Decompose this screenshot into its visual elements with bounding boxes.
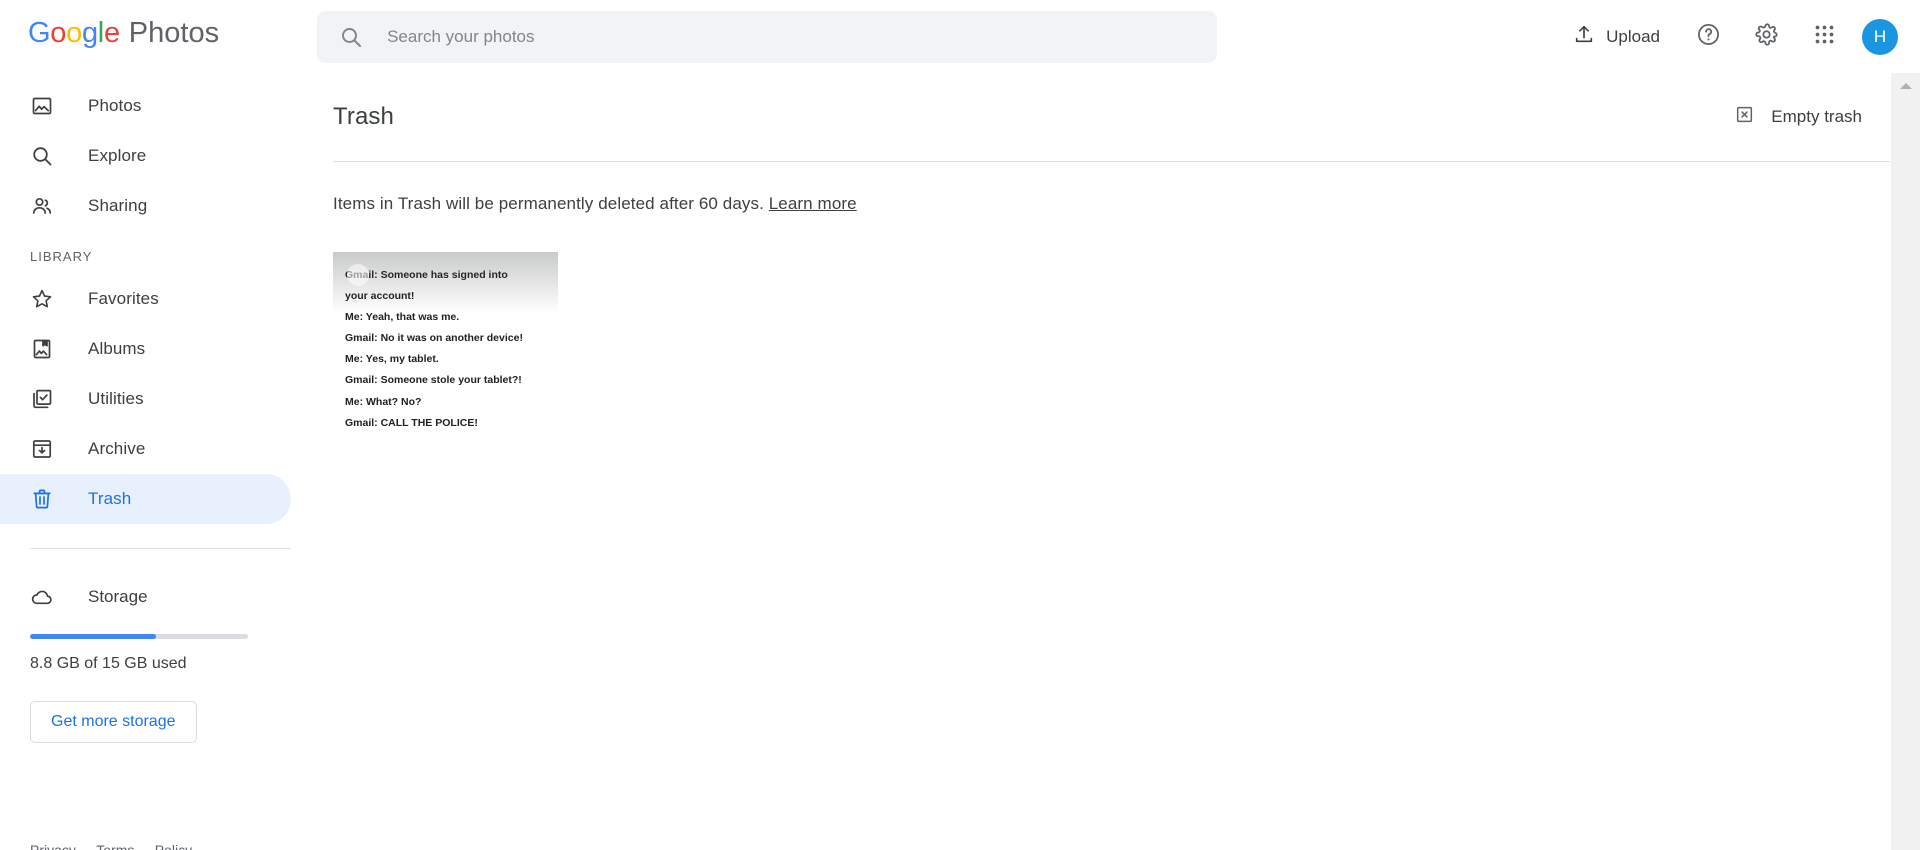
top-bar-actions: Upload H bbox=[1559, 13, 1898, 61]
google-apps-button[interactable] bbox=[1800, 13, 1848, 61]
search-bar[interactable] bbox=[317, 10, 1218, 63]
sidebar-item-utilities[interactable]: Utilities bbox=[0, 374, 291, 424]
sidebar-item-sharing[interactable]: Sharing bbox=[0, 181, 291, 231]
content-header: Trash Empty trash bbox=[333, 73, 1920, 161]
storage-progress-fill bbox=[30, 634, 157, 639]
get-more-storage-button[interactable]: Get more storage bbox=[30, 701, 197, 743]
chevron-up-icon bbox=[1899, 83, 1912, 89]
footer-separator: · bbox=[83, 842, 89, 850]
footer-link-policy[interactable]: Policy bbox=[155, 842, 192, 850]
sidebar-item-label: Utilities bbox=[88, 389, 144, 408]
meme-text-line: Gmail: No it was on another device! bbox=[345, 332, 523, 345]
help-circle-icon bbox=[1696, 22, 1721, 52]
sidebar: Photos Explore Sharing LIBRARY Favorites… bbox=[0, 73, 333, 850]
apps-grid-icon bbox=[1814, 24, 1835, 50]
upload-icon bbox=[1573, 23, 1595, 50]
storage-usage-text: 8.8 GB of 15 GB used bbox=[30, 655, 187, 672]
archive-icon bbox=[30, 437, 54, 461]
sidebar-item-label: Sharing bbox=[88, 196, 148, 215]
sidebar-item-archive[interactable]: Archive bbox=[0, 424, 291, 474]
meme-text-line: your account! bbox=[345, 290, 415, 303]
sidebar-item-label: Photos bbox=[88, 96, 142, 115]
footer-link-terms[interactable]: Terms bbox=[96, 842, 134, 850]
storage-header[interactable]: Storage bbox=[30, 583, 291, 611]
empty-trash-label: Empty trash bbox=[1771, 107, 1862, 126]
meme-text-line: Me: Yes, my tablet. bbox=[345, 353, 439, 366]
avatar[interactable]: H bbox=[1862, 18, 1898, 55]
learn-more-link[interactable]: Learn more bbox=[769, 194, 857, 213]
footer-separator: · bbox=[142, 842, 147, 850]
delete-forever-icon bbox=[1734, 104, 1755, 130]
help-button[interactable] bbox=[1684, 13, 1732, 61]
storage-label: Storage bbox=[88, 587, 148, 606]
trash-notice: Items in Trash will be permanently delet… bbox=[333, 162, 1890, 214]
photo-thumbnail: Gmail: Someone has signed into your acco… bbox=[333, 252, 558, 428]
settings-button[interactable] bbox=[1742, 13, 1790, 61]
gear-icon bbox=[1754, 22, 1779, 52]
trash-item-grid: Gmail: Someone has signed into your acco… bbox=[333, 214, 1890, 470]
meme-text-line: Gmail: Someone has signed into bbox=[345, 269, 508, 281]
photo-icon bbox=[30, 94, 54, 118]
sidebar-section-library: LIBRARY bbox=[30, 249, 93, 264]
footer-link-privacy[interactable]: Privacy bbox=[30, 842, 76, 850]
people-icon bbox=[30, 194, 54, 218]
empty-trash-button[interactable]: Empty trash bbox=[1724, 96, 1872, 138]
sidebar-item-label: Archive bbox=[88, 439, 146, 458]
meme-text-line: Gmail: Someone stole your tablet?! bbox=[345, 374, 522, 387]
app-body: Photos Explore Sharing LIBRARY Favorites… bbox=[0, 73, 1920, 850]
trash-photo-item[interactable]: Gmail: Someone has signed into your acco… bbox=[333, 252, 558, 470]
utilities-icon bbox=[30, 387, 54, 411]
sidebar-item-label: Explore bbox=[88, 146, 147, 165]
product-name: Photos bbox=[128, 16, 220, 49]
google-wordmark: Google bbox=[28, 16, 120, 49]
trash-notice-text: Items in Trash will be permanently delet… bbox=[333, 194, 764, 213]
sidebar-item-photos[interactable]: Photos bbox=[0, 81, 291, 131]
sidebar-footer: Privacy · Terms · Policy bbox=[30, 842, 192, 850]
meme-text-line: Me: Yeah, that was me. bbox=[345, 311, 460, 324]
sidebar-item-trash[interactable]: Trash bbox=[0, 474, 291, 524]
content-scroll-area: Items in Trash will be permanently delet… bbox=[333, 162, 1920, 850]
star-icon bbox=[30, 287, 54, 311]
sidebar-item-label: Albums bbox=[88, 339, 146, 358]
meme-text-line: Me: What? No? bbox=[345, 395, 422, 408]
storage-progress-track bbox=[30, 634, 248, 639]
search-container bbox=[317, 10, 1218, 63]
app-logo[interactable]: Google Photos bbox=[28, 16, 220, 55]
sidebar-item-albums[interactable]: Albums bbox=[0, 324, 291, 374]
upload-button[interactable]: Upload bbox=[1559, 15, 1674, 58]
page-title: Trash bbox=[333, 103, 394, 130]
meme-text-line: Gmail: CALL THE POLICE! bbox=[345, 416, 478, 429]
cloud-icon bbox=[30, 585, 54, 609]
top-bar: Google Photos Upload bbox=[0, 0, 1920, 73]
google-photos-app: Google Photos Upload bbox=[0, 0, 1920, 850]
sidebar-item-label: Favorites bbox=[88, 289, 159, 308]
search-icon bbox=[30, 144, 54, 168]
search-icon bbox=[339, 25, 363, 49]
album-icon bbox=[30, 337, 54, 361]
sidebar-item-explore[interactable]: Explore bbox=[0, 131, 291, 181]
main-content: Trash Empty trash Items in Trash will be… bbox=[333, 73, 1920, 850]
scroll-up-arrow[interactable] bbox=[1891, 75, 1920, 97]
sidebar-item-favorites[interactable]: Favorites bbox=[0, 274, 291, 324]
sidebar-item-label: Trash bbox=[88, 489, 132, 508]
search-input[interactable] bbox=[385, 10, 1200, 63]
upload-button-label: Upload bbox=[1606, 26, 1660, 46]
vertical-scrollbar[interactable] bbox=[1890, 73, 1920, 850]
trash-icon bbox=[30, 487, 54, 511]
storage-section: Storage 8.8 GB of 15 GB used Get more st… bbox=[0, 549, 333, 743]
